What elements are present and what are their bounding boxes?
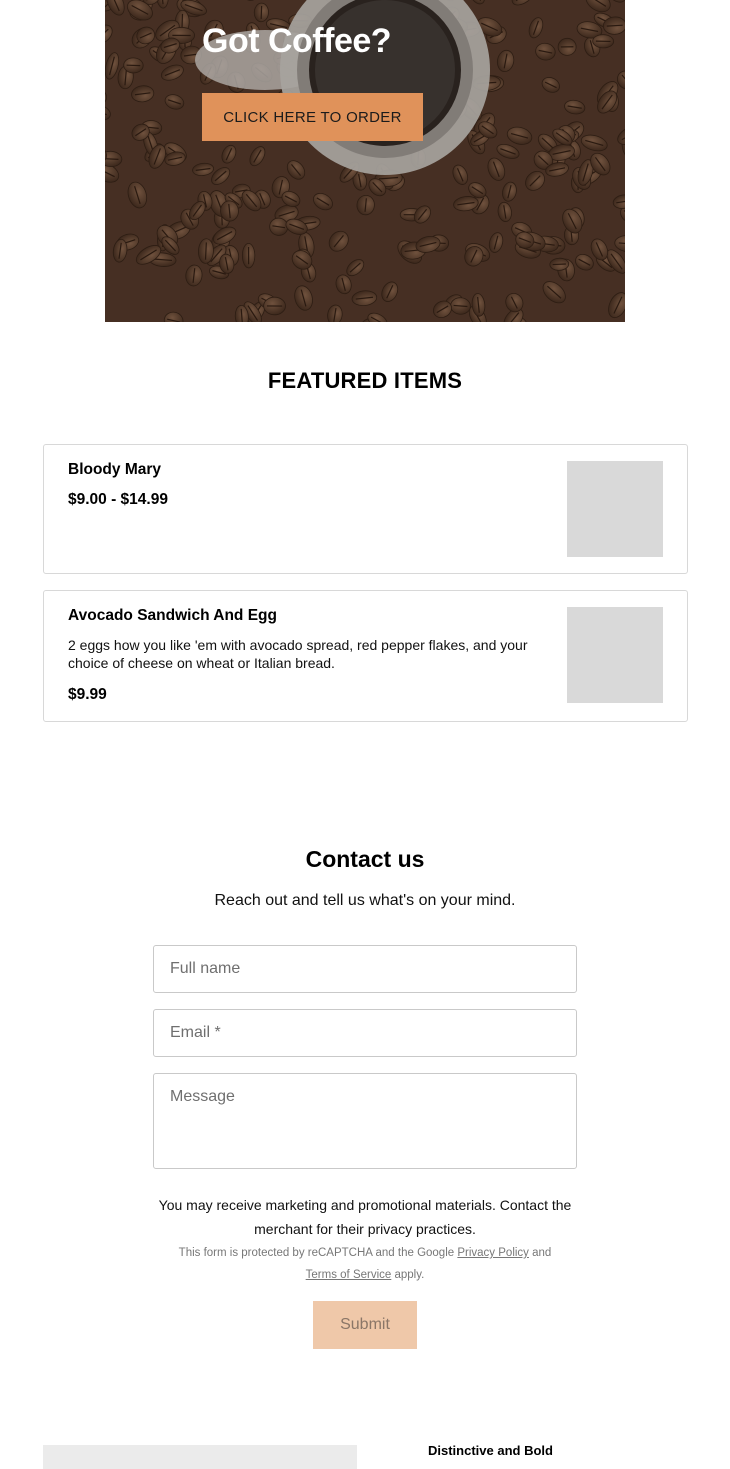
full-name-input[interactable] xyxy=(153,945,577,993)
email-input[interactable] xyxy=(153,1009,577,1057)
featured-items-heading: FEATURED ITEMS xyxy=(267,368,463,393)
terms-of-service-link[interactable]: Terms of Service xyxy=(306,1269,392,1281)
contact-subtitle: Reach out and tell us what's on your min… xyxy=(214,892,516,909)
menu-item-card[interactable]: Bloody Mary $9.00 - $14.99 xyxy=(43,444,688,574)
menu-item-price: $9.99 xyxy=(68,686,107,703)
menu-item-description: 2 eggs how you like 'em with avocado spr… xyxy=(68,637,528,671)
contact-heading: Contact us xyxy=(305,846,425,872)
message-input[interactable] xyxy=(153,1073,577,1169)
recaptcha-prefix: This form is protected by reCAPTCHA and … xyxy=(178,1247,455,1259)
hero-banner: Got Coffee? CLICK HERE TO ORDER xyxy=(105,0,625,322)
menu-item-name: Avocado Sandwich And Egg xyxy=(68,607,277,624)
order-button[interactable]: CLICK HERE TO ORDER xyxy=(202,93,423,141)
recaptcha-suffix: apply. xyxy=(394,1269,425,1281)
hero-title: Got Coffee? xyxy=(202,22,392,60)
recaptcha-and: and xyxy=(532,1247,552,1259)
menu-item-price: $9.00 - $14.99 xyxy=(68,491,168,508)
recaptcha-notice: This form is protected by reCAPTCHA and … xyxy=(150,1242,580,1286)
marketing-disclaimer: You may receive marketing and promotiona… xyxy=(158,1197,572,1237)
submit-button[interactable]: Submit xyxy=(313,1301,417,1349)
menu-item-name: Bloody Mary xyxy=(68,461,162,478)
footer-image xyxy=(43,1445,357,1469)
menu-item-card[interactable]: Avocado Sandwich And Egg 2 eggs how you … xyxy=(43,590,688,722)
menu-item-image xyxy=(567,607,663,703)
privacy-policy-link[interactable]: Privacy Policy xyxy=(457,1247,529,1259)
menu-item-image xyxy=(567,461,663,557)
footer-heading: Distinctive and Bold xyxy=(428,1443,553,1458)
